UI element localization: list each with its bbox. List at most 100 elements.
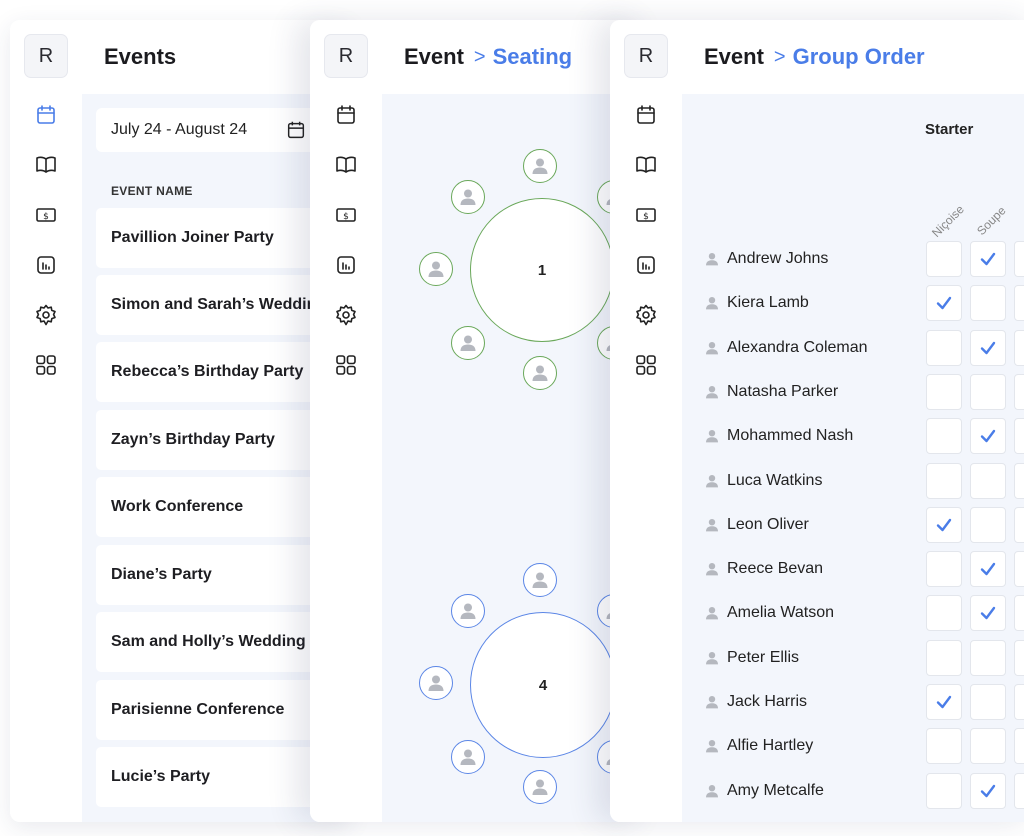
event-row[interactable]: Diane’s Party bbox=[96, 545, 336, 605]
chart-icon[interactable] bbox=[334, 253, 358, 277]
grid-icon[interactable] bbox=[634, 353, 658, 377]
order-checkbox[interactable] bbox=[1014, 285, 1024, 322]
seat[interactable] bbox=[451, 594, 485, 628]
order-checkbox[interactable] bbox=[926, 772, 962, 809]
order-checkbox[interactable] bbox=[1014, 329, 1024, 366]
dollar-icon[interactable] bbox=[634, 203, 658, 227]
group-order-content: Starter Niçoise Soupe Andrew Johns Kiera … bbox=[682, 94, 1024, 822]
grid-icon[interactable] bbox=[334, 353, 358, 377]
gear-icon[interactable] bbox=[34, 303, 58, 327]
order-checkbox[interactable] bbox=[926, 373, 962, 410]
date-range-picker[interactable]: July 24 - August 24 bbox=[96, 108, 336, 152]
book-icon[interactable] bbox=[34, 152, 58, 176]
order-checkbox[interactable] bbox=[970, 373, 1006, 410]
order-checkbox[interactable] bbox=[1014, 506, 1024, 543]
app-logo[interactable]: R bbox=[324, 34, 368, 78]
order-checkbox[interactable] bbox=[970, 329, 1006, 366]
guest-name: Peter Ellis bbox=[727, 648, 800, 666]
guest-row: Amelia Watson bbox=[682, 594, 1024, 632]
seat[interactable] bbox=[523, 356, 557, 390]
order-checkbox[interactable] bbox=[1014, 373, 1024, 410]
breadcrumb-root[interactable]: Event bbox=[704, 44, 764, 70]
guest-row: Mohammed Nash bbox=[682, 417, 1024, 455]
order-checkbox[interactable] bbox=[970, 772, 1006, 809]
order-checkbox[interactable] bbox=[926, 639, 962, 676]
order-checkbox[interactable] bbox=[926, 684, 962, 720]
seat[interactable] bbox=[419, 252, 453, 286]
grid-icon[interactable] bbox=[34, 353, 58, 377]
person-icon bbox=[530, 363, 550, 383]
order-checkbox[interactable] bbox=[926, 241, 962, 277]
order-checkbox[interactable] bbox=[1014, 462, 1024, 499]
order-checkbox[interactable] bbox=[970, 506, 1006, 543]
order-checkbox[interactable] bbox=[926, 462, 962, 499]
order-checkbox[interactable] bbox=[970, 418, 1006, 455]
checkmark-icon bbox=[978, 426, 998, 446]
order-checkbox[interactable] bbox=[926, 595, 962, 632]
breadcrumb-current: Group Order bbox=[792, 44, 925, 69]
table-4[interactable]: 4 bbox=[470, 612, 616, 758]
order-checkbox[interactable] bbox=[970, 285, 1006, 322]
person-icon bbox=[704, 517, 720, 533]
order-checkbox[interactable] bbox=[1014, 639, 1024, 676]
order-checkbox[interactable] bbox=[970, 462, 1006, 499]
chart-icon[interactable] bbox=[634, 253, 658, 277]
calendar-icon[interactable] bbox=[634, 103, 658, 127]
table-1[interactable]: 1 bbox=[470, 198, 614, 342]
seat[interactable] bbox=[523, 770, 557, 804]
order-checkbox[interactable] bbox=[926, 506, 962, 543]
event-row[interactable]: Simon and Sarah’s Wedding bbox=[96, 275, 336, 335]
event-row[interactable]: Work Conference bbox=[96, 477, 336, 537]
order-checkbox[interactable] bbox=[1014, 595, 1024, 632]
order-checkbox[interactable] bbox=[970, 241, 1006, 277]
order-checkbox[interactable] bbox=[926, 329, 962, 366]
gear-icon[interactable] bbox=[634, 303, 658, 327]
order-checkbox[interactable] bbox=[926, 418, 962, 455]
order-checkbox[interactable] bbox=[1014, 772, 1024, 809]
order-checkbox[interactable] bbox=[970, 639, 1006, 676]
seat[interactable] bbox=[419, 666, 453, 700]
event-row[interactable]: Zayn’s Birthday Party bbox=[96, 410, 336, 470]
order-checkbox[interactable] bbox=[926, 285, 962, 322]
order-checkbox[interactable] bbox=[926, 728, 962, 765]
book-icon[interactable] bbox=[634, 152, 658, 176]
checkmark-icon bbox=[978, 338, 998, 358]
event-row[interactable]: Pavillion Joiner Party bbox=[96, 208, 336, 268]
seat[interactable] bbox=[523, 563, 557, 597]
book-icon[interactable] bbox=[334, 152, 358, 176]
seat[interactable] bbox=[451, 180, 485, 214]
order-checkbox[interactable] bbox=[1014, 728, 1024, 765]
calendar-icon[interactable] bbox=[285, 119, 307, 141]
app-logo[interactable]: R bbox=[24, 34, 68, 78]
event-row[interactable]: Rebecca’s Birthday Party bbox=[96, 342, 336, 402]
order-checkbox[interactable] bbox=[1014, 418, 1024, 455]
calendar-icon[interactable] bbox=[334, 103, 358, 127]
person-icon bbox=[704, 694, 720, 710]
order-checkbox[interactable] bbox=[1014, 684, 1024, 720]
chart-icon[interactable] bbox=[34, 253, 58, 277]
order-checkbox[interactable] bbox=[926, 551, 962, 588]
event-row[interactable]: Parisienne Conference bbox=[96, 680, 336, 740]
seat[interactable] bbox=[451, 326, 485, 360]
order-checkbox[interactable] bbox=[970, 684, 1006, 720]
event-row[interactable]: Lucie’s Party bbox=[96, 747, 336, 807]
person-icon bbox=[530, 570, 550, 590]
order-checkbox[interactable] bbox=[970, 595, 1006, 632]
breadcrumb-root[interactable]: Event bbox=[404, 44, 464, 70]
order-checkbox[interactable] bbox=[970, 551, 1006, 588]
guest-name: Luca Watkins bbox=[727, 471, 823, 489]
order-checkbox[interactable] bbox=[970, 728, 1006, 765]
person-icon bbox=[458, 747, 478, 767]
person-icon bbox=[704, 738, 720, 754]
seat[interactable] bbox=[451, 740, 485, 774]
checkmark-icon bbox=[978, 603, 998, 623]
dollar-icon[interactable] bbox=[34, 203, 58, 227]
calendar-icon[interactable] bbox=[34, 103, 58, 127]
app-logo[interactable]: R bbox=[624, 34, 668, 78]
order-checkbox[interactable] bbox=[1014, 241, 1024, 277]
event-row[interactable]: Sam and Holly’s Wedding bbox=[96, 612, 336, 672]
gear-icon[interactable] bbox=[334, 303, 358, 327]
dollar-icon[interactable] bbox=[334, 203, 358, 227]
order-checkbox[interactable] bbox=[1014, 551, 1024, 588]
seat[interactable] bbox=[523, 149, 557, 183]
